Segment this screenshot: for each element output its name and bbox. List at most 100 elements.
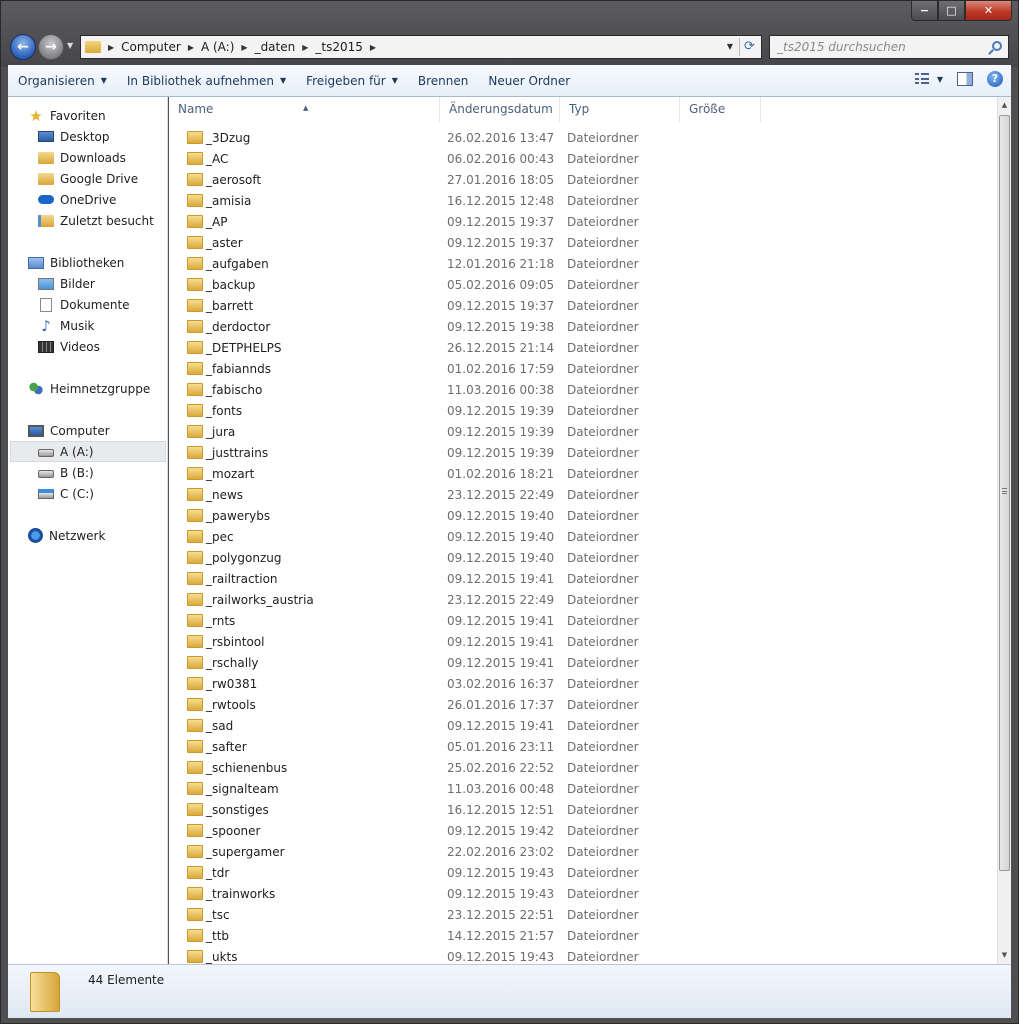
table-row[interactable]: _jura 09.12.2015 19:39 Dateiordner xyxy=(169,421,997,442)
sidebar-item-label: Computer xyxy=(50,423,110,438)
table-row[interactable]: _safter 05.01.2016 23:11 Dateiordner xyxy=(169,736,997,757)
table-row[interactable]: _signalteam 11.03.2016 00:48 Dateiordner xyxy=(169,778,997,799)
column-header-size[interactable]: Größe xyxy=(680,97,761,122)
sidebar-item-google-drive[interactable]: Google Drive xyxy=(38,168,138,189)
table-row[interactable]: _pawerybs 09.12.2015 19:40 Dateiordner xyxy=(169,505,997,526)
sidebar-item-documents[interactable]: Dokumente xyxy=(38,294,130,315)
file-name: _barrett xyxy=(206,298,254,313)
breadcrumb-drive-a[interactable]: A (A:) xyxy=(201,40,234,54)
include-in-library-button[interactable]: In Bibliothek aufnehmen ▼ xyxy=(117,74,296,88)
sidebar-item-desktop[interactable]: Desktop xyxy=(38,126,110,147)
sidebar-item-videos[interactable]: Videos xyxy=(38,336,100,357)
sidebar-item-libraries[interactable]: Bibliotheken xyxy=(28,252,124,273)
sidebar-item-pictures[interactable]: Bilder xyxy=(38,273,95,294)
file-name: _aerosoft xyxy=(206,172,262,187)
sidebar-item-network[interactable]: Netzwerk xyxy=(28,525,105,546)
chevron-right-icon[interactable]: ▶ xyxy=(108,43,114,52)
minimize-button[interactable]: − xyxy=(911,1,938,21)
breadcrumb-ts2015[interactable]: _ts2015 xyxy=(315,40,363,54)
table-row[interactable]: _DETPHELPS 26.12.2015 21:14 Dateiordner xyxy=(169,337,997,358)
table-row[interactable]: _rnts 09.12.2015 19:41 Dateiordner xyxy=(169,610,997,631)
table-row[interactable]: _sonstiges 16.12.2015 12:51 Dateiordner xyxy=(169,799,997,820)
recent-pages-dropdown[interactable]: ▼ xyxy=(67,41,73,50)
table-row[interactable]: _tsc 23.12.2015 22:51 Dateiordner xyxy=(169,904,997,925)
table-row[interactable]: _AP 09.12.2015 19:37 Dateiordner xyxy=(169,211,997,232)
sidebar-item-drive-b[interactable]: B (B:) xyxy=(38,462,94,483)
table-row[interactable]: _mozart 01.02.2016 18:21 Dateiordner xyxy=(169,463,997,484)
preview-pane-icon[interactable] xyxy=(957,72,973,86)
new-folder-button[interactable]: Neuer Ordner xyxy=(478,74,580,88)
sidebar-item-computer[interactable]: Computer xyxy=(28,420,110,441)
table-row[interactable]: _spooner 09.12.2015 19:42 Dateiordner xyxy=(169,820,997,841)
scroll-down-arrow-icon[interactable]: ▼ xyxy=(998,947,1011,964)
table-row[interactable]: _supergamer 22.02.2016 23:02 Dateiordner xyxy=(169,841,997,862)
column-header-type[interactable]: Typ xyxy=(560,97,680,122)
organize-button[interactable]: Organisieren ▼ xyxy=(8,74,117,88)
table-row[interactable]: _amisia 16.12.2015 12:48 Dateiordner xyxy=(169,190,997,211)
sidebar-item-homegroup[interactable]: Heimnetzgruppe xyxy=(28,378,150,399)
maximize-button[interactable]: □ xyxy=(938,1,965,21)
folder-icon xyxy=(187,614,203,627)
table-row[interactable]: _rw0381 03.02.2016 16:37 Dateiordner xyxy=(169,673,997,694)
scrollbar-thumb[interactable] xyxy=(999,115,1010,871)
table-row[interactable]: _railtraction 09.12.2015 19:41 Dateiordner xyxy=(169,568,997,589)
scroll-up-arrow-icon[interactable]: ▲ xyxy=(998,97,1011,114)
file-name: _news xyxy=(206,487,244,502)
table-row[interactable]: _justtrains 09.12.2015 19:39 Dateiordner xyxy=(169,442,997,463)
table-row[interactable]: _fabischo 11.03.2016 00:38 Dateiordner xyxy=(169,379,997,400)
forward-button[interactable]: → xyxy=(38,34,64,60)
table-row[interactable]: _rwtools 26.01.2016 17:37 Dateiordner xyxy=(169,694,997,715)
chevron-right-icon[interactable]: ▶ xyxy=(241,43,247,52)
column-header-name[interactable]: ▲ Name xyxy=(169,97,440,122)
sidebar-item-drive-a[interactable]: A (A:) xyxy=(10,441,166,462)
chevron-right-icon[interactable]: ▶ xyxy=(302,43,308,52)
table-row[interactable]: _rsbintool 09.12.2015 19:41 Dateiordner xyxy=(169,631,997,652)
table-row[interactable]: _ukts 09.12.2015 19:43 Dateiordner xyxy=(169,946,997,964)
table-row[interactable]: _3Dzug 26.02.2016 13:47 Dateiordner xyxy=(169,127,997,148)
sidebar-item-favorites[interactable]: ★ Favoriten xyxy=(28,105,105,126)
sidebar-item-recent-places[interactable]: Zuletzt besucht xyxy=(38,210,154,231)
table-row[interactable]: _AC 06.02.2016 00:43 Dateiordner xyxy=(169,148,997,169)
table-row[interactable]: _sad 09.12.2015 19:41 Dateiordner xyxy=(169,715,997,736)
chevron-right-icon[interactable]: ▶ xyxy=(370,43,376,52)
search-input[interactable]: _ts2015 durchsuchen xyxy=(769,35,1009,59)
close-button[interactable]: ✕ xyxy=(965,1,1012,21)
table-row[interactable]: _polygonzug 09.12.2015 19:40 Dateiordner xyxy=(169,547,997,568)
table-row[interactable]: _backup 05.02.2016 09:05 Dateiordner xyxy=(169,274,997,295)
share-with-button[interactable]: Freigeben für ▼ xyxy=(296,74,408,88)
breadcrumb-computer[interactable]: Computer xyxy=(121,40,181,54)
table-row[interactable]: _schienenbus 25.02.2016 22:52 Dateiordner xyxy=(169,757,997,778)
help-icon[interactable]: ? xyxy=(987,71,1003,87)
table-row[interactable]: _aufgaben 12.01.2016 21:18 Dateiordner xyxy=(169,253,997,274)
back-button[interactable]: ← xyxy=(10,34,36,60)
vertical-scrollbar[interactable]: ▲ ▼ xyxy=(997,97,1011,964)
breadcrumb-daten[interactable]: _daten xyxy=(255,40,296,54)
title-bar[interactable]: − □ ✕ ← → ▼ ▶ Computer ▶ A (A:) ▶ _daten… xyxy=(1,1,1018,67)
table-row[interactable]: _aerosoft 27.01.2016 18:05 Dateiordner xyxy=(169,169,997,190)
table-row[interactable]: _news 23.12.2015 22:49 Dateiordner xyxy=(169,484,997,505)
burn-button[interactable]: Brennen xyxy=(408,74,478,88)
refresh-icon[interactable]: ⟳ xyxy=(739,38,759,56)
column-header-date[interactable]: Änderungsdatum xyxy=(440,97,560,122)
address-bar[interactable]: ▶ Computer ▶ A (A:) ▶ _daten ▶ _ts2015 ▶… xyxy=(80,35,762,59)
table-row[interactable]: _fabiannds 01.02.2016 17:59 Dateiordner xyxy=(169,358,997,379)
table-row[interactable]: _barrett 09.12.2015 19:37 Dateiordner xyxy=(169,295,997,316)
table-row[interactable]: _ttb 14.12.2015 21:57 Dateiordner xyxy=(169,925,997,946)
sidebar-item-drive-c[interactable]: C (C:) xyxy=(38,483,94,504)
table-row[interactable]: _fonts 09.12.2015 19:39 Dateiordner xyxy=(169,400,997,421)
file-name: _spooner xyxy=(206,823,261,838)
chevron-right-icon[interactable]: ▶ xyxy=(188,43,194,52)
table-row[interactable]: _derdoctor 09.12.2015 19:38 Dateiordner xyxy=(169,316,997,337)
table-row[interactable]: _railworks_austria 23.12.2015 22:49 Dateio… xyxy=(169,589,997,610)
change-view-button[interactable]: ▼ xyxy=(914,73,943,85)
table-row[interactable]: _tdr 09.12.2015 19:43 Dateiordner xyxy=(169,862,997,883)
sidebar-item-music[interactable]: ♪ Musik xyxy=(38,315,94,336)
table-row[interactable]: _pec 09.12.2015 19:40 Dateiordner xyxy=(169,526,997,547)
table-row[interactable]: _trainworks 09.12.2015 19:43 Dateiordner xyxy=(169,883,997,904)
sidebar-item-onedrive[interactable]: OneDrive xyxy=(38,189,116,210)
table-row[interactable]: _rschally 09.12.2015 19:41 Dateiordner xyxy=(169,652,997,673)
address-history-dropdown[interactable]: ▼ xyxy=(727,42,733,51)
sidebar-item-downloads[interactable]: Downloads xyxy=(38,147,126,168)
table-row[interactable]: _aster 09.12.2015 19:37 Dateiordner xyxy=(169,232,997,253)
search-icon[interactable] xyxy=(992,41,1002,51)
